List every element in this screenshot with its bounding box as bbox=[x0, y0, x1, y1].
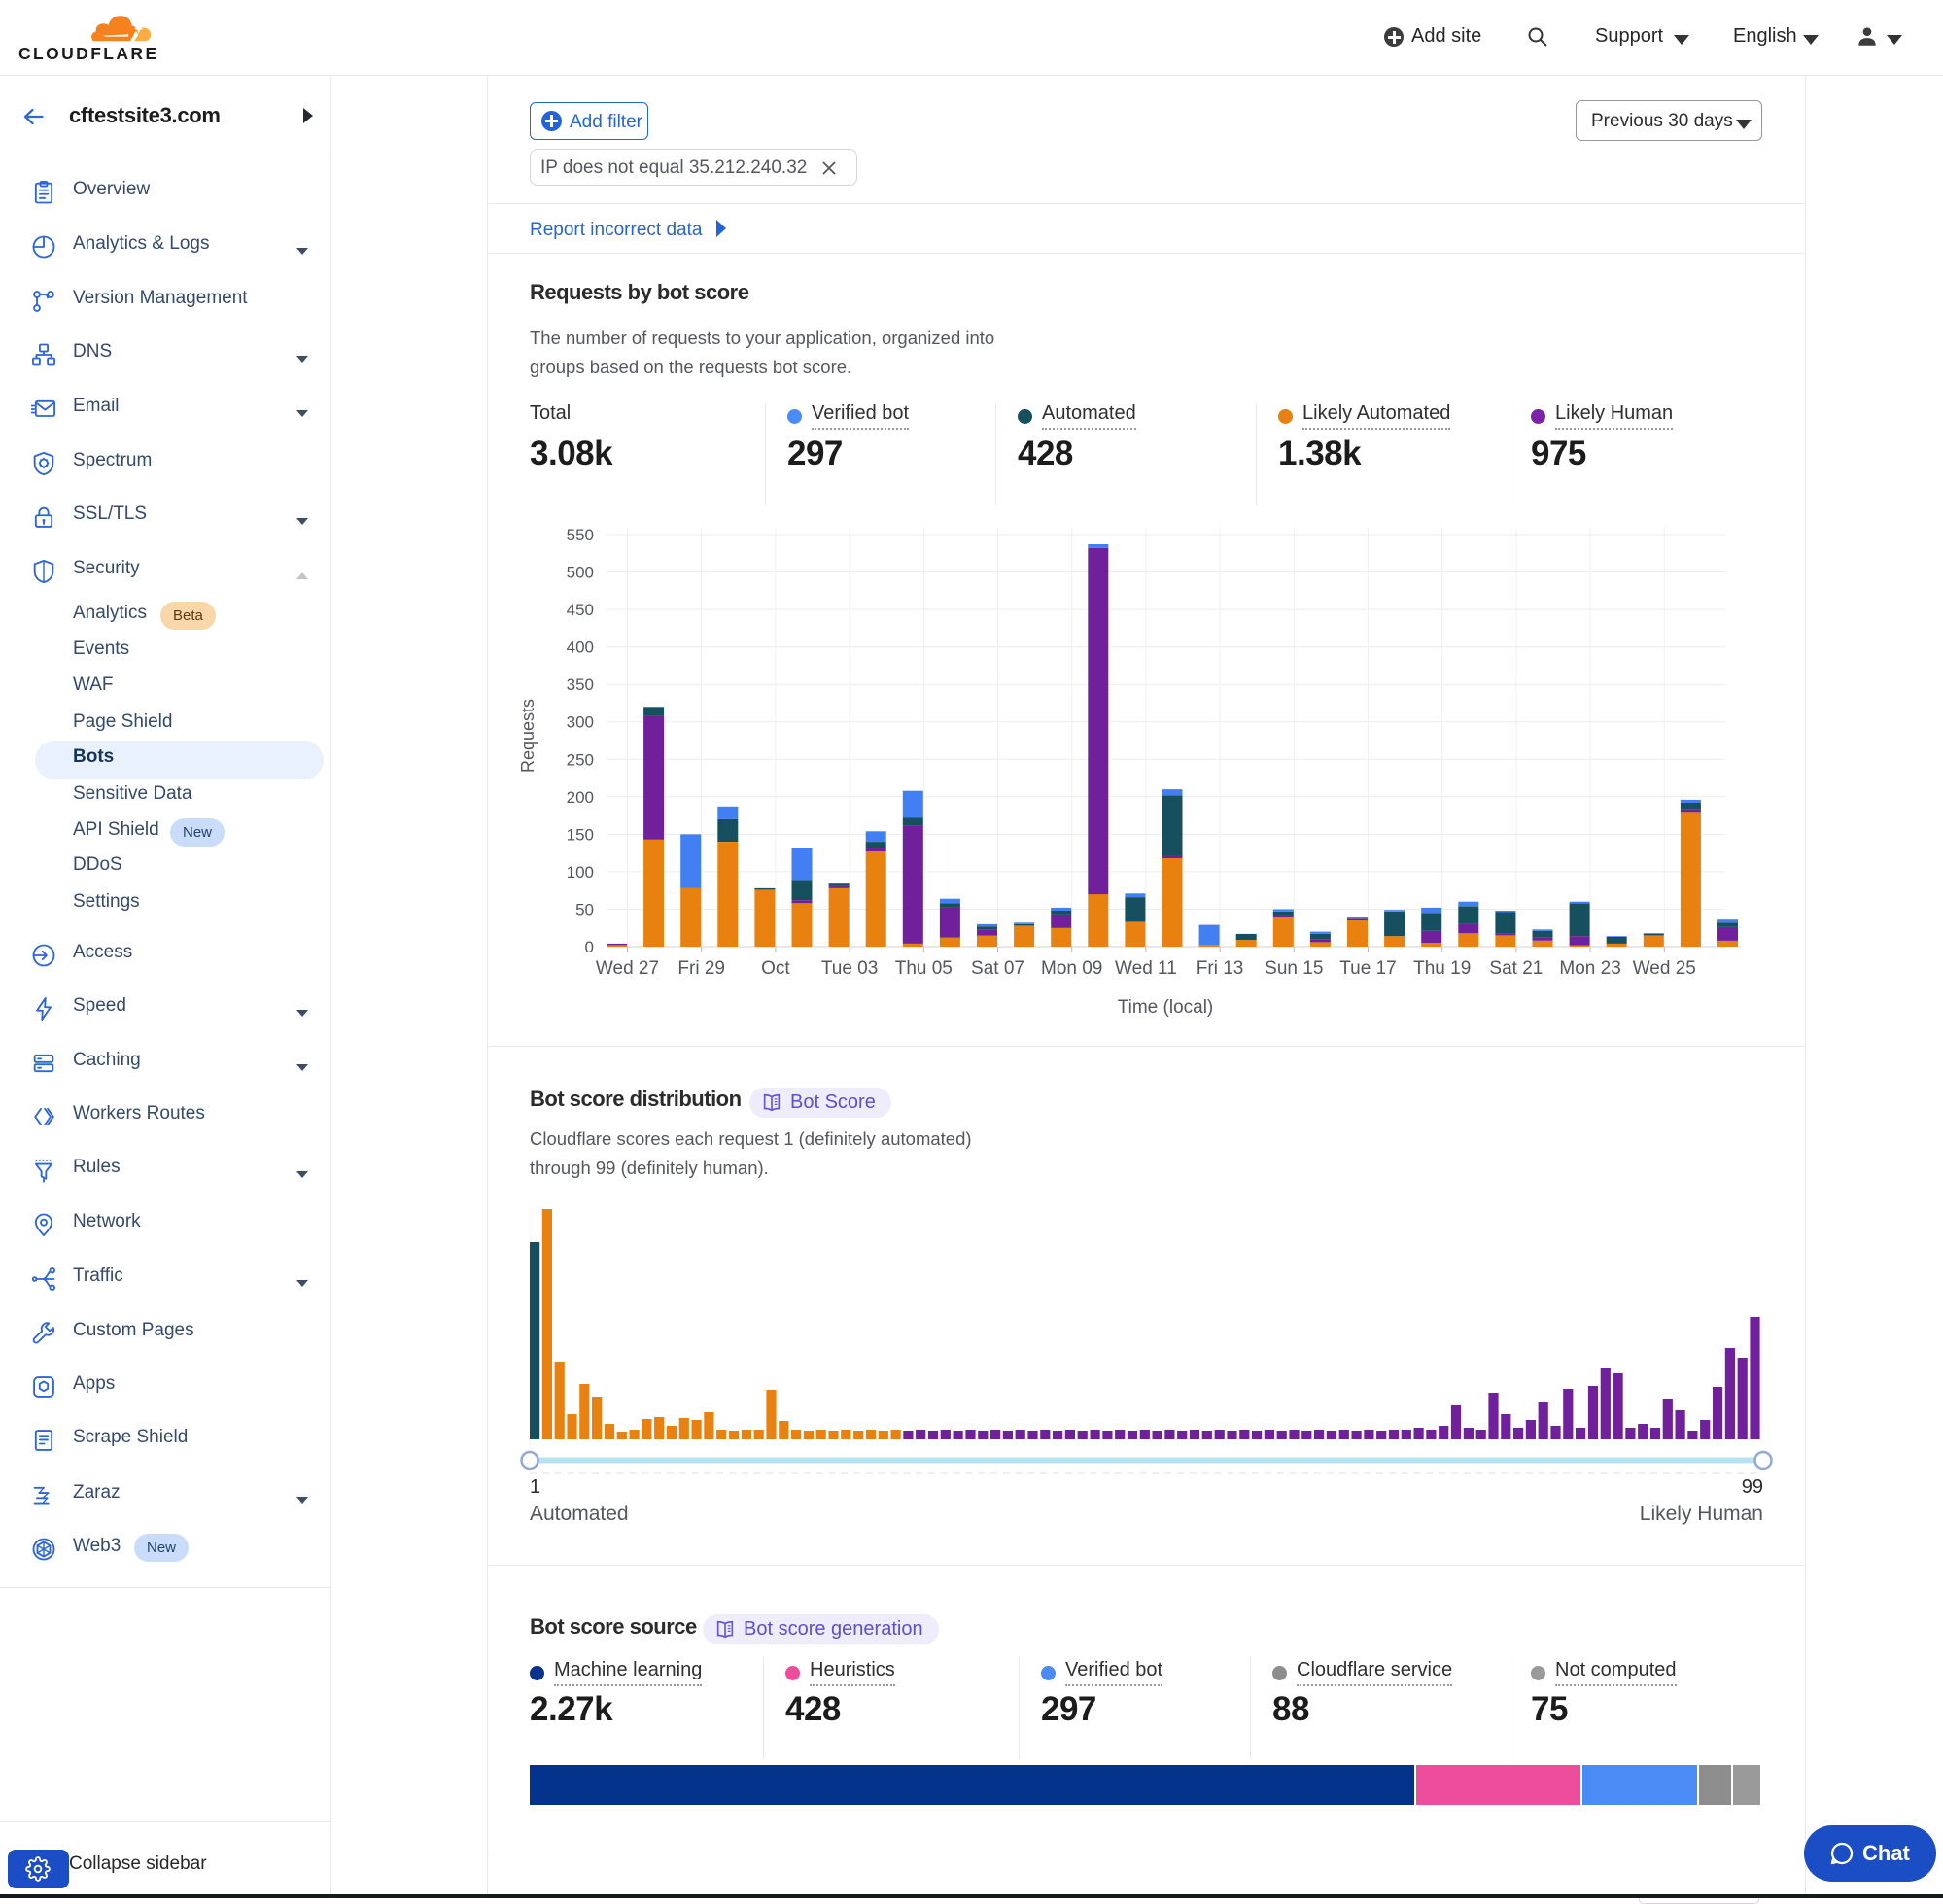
svg-text:Requests: Requests bbox=[518, 699, 538, 773]
svg-text:Mon 09: Mon 09 bbox=[1041, 958, 1102, 979]
svg-text:Thu 19: Thu 19 bbox=[1413, 958, 1471, 979]
svg-text:Fri 13: Fri 13 bbox=[1197, 958, 1244, 979]
svg-text:50: 50 bbox=[575, 901, 594, 919]
svg-text:Sat 07: Sat 07 bbox=[971, 958, 1024, 979]
svg-text:100: 100 bbox=[567, 863, 594, 882]
svg-text:Thu 05: Thu 05 bbox=[895, 958, 953, 979]
svg-text:Wed 27: Wed 27 bbox=[596, 958, 659, 979]
svg-text:550: 550 bbox=[567, 526, 594, 544]
svg-text:Oct: Oct bbox=[761, 958, 790, 979]
svg-text:400: 400 bbox=[567, 639, 594, 657]
svg-text:Wed 11: Wed 11 bbox=[1115, 958, 1177, 979]
svg-text:Fri 29: Fri 29 bbox=[677, 958, 725, 979]
svg-text:450: 450 bbox=[567, 601, 594, 619]
svg-text:Automated: Automated bbox=[530, 1503, 629, 1525]
svg-text:Mon 23: Mon 23 bbox=[1559, 958, 1620, 979]
svg-text:0: 0 bbox=[585, 938, 594, 956]
svg-text:Likely Human: Likely Human bbox=[1640, 1503, 1763, 1525]
svg-text:200: 200 bbox=[567, 788, 594, 807]
svg-text:Sun 15: Sun 15 bbox=[1265, 958, 1323, 979]
svg-text:Wed 25: Wed 25 bbox=[1633, 958, 1696, 979]
svg-text:350: 350 bbox=[567, 675, 594, 694]
svg-text:Tue 17: Tue 17 bbox=[1339, 958, 1396, 979]
svg-text:1: 1 bbox=[530, 1476, 540, 1498]
svg-text:Tue 03: Tue 03 bbox=[821, 958, 878, 979]
svg-text:99: 99 bbox=[1742, 1476, 1763, 1498]
svg-text:150: 150 bbox=[567, 825, 594, 844]
svg-text:300: 300 bbox=[567, 713, 594, 732]
svg-text:Sat 21: Sat 21 bbox=[1489, 958, 1543, 979]
svg-text:Time (local): Time (local) bbox=[1118, 997, 1214, 1018]
svg-text:250: 250 bbox=[567, 750, 594, 769]
svg-text:500: 500 bbox=[567, 564, 594, 582]
